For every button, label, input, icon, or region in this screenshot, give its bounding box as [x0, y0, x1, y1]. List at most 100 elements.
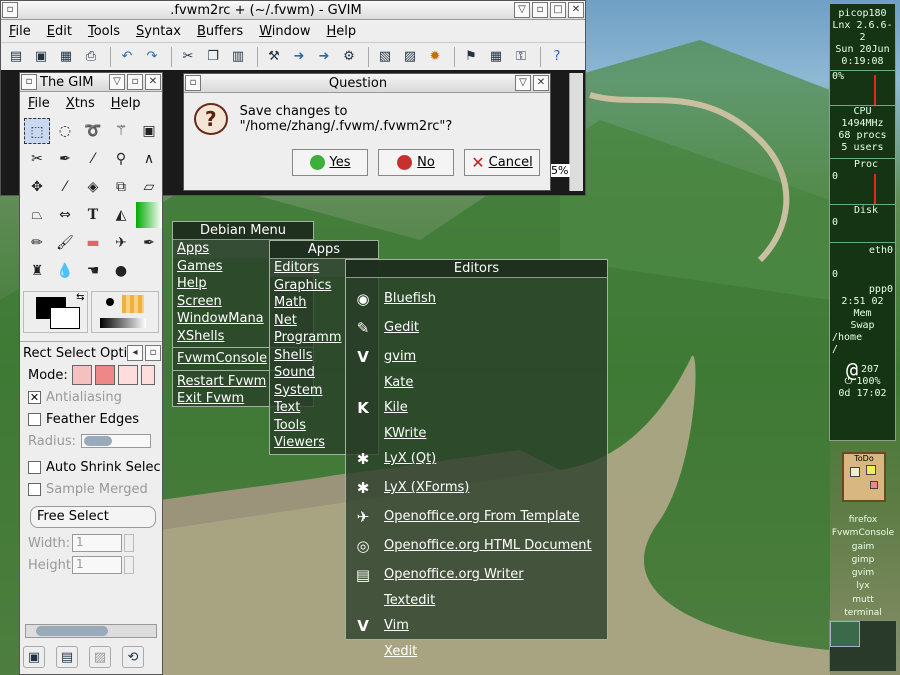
open-icon[interactable]: ▤: [5, 46, 27, 68]
gimp-menu-file[interactable]: File: [20, 96, 58, 111]
find-next-icon[interactable]: ➜: [288, 46, 310, 68]
smudge-icon[interactable]: ☚: [80, 258, 106, 284]
window-item[interactable]: mutt: [830, 594, 896, 607]
session-icon[interactable]: ▧: [374, 46, 396, 68]
menu-file[interactable]: File: [1, 24, 39, 39]
shear-icon[interactable]: ▱: [136, 174, 162, 200]
dodge-burn-icon[interactable]: ●: [108, 258, 134, 284]
color-picker-icon[interactable]: ⁄: [80, 146, 106, 172]
panel-menu-icon[interactable]: ◂: [127, 345, 143, 361]
fg-bg-colors[interactable]: ⇆: [23, 291, 88, 333]
antialiasing-row[interactable]: ✕ Antialiasing: [20, 386, 162, 408]
tags-icon[interactable]: ⚿: [510, 46, 532, 68]
save-icon[interactable]: ▣: [30, 46, 52, 68]
background-color[interactable]: [50, 307, 80, 329]
window-item[interactable]: gvim: [830, 567, 896, 580]
run-script-icon[interactable]: ✹: [424, 46, 446, 68]
replace-icon[interactable]: ⚒: [263, 46, 285, 68]
panel-close-icon[interactable]: ▫: [145, 345, 161, 361]
paintbrush-icon[interactable]: 🖌: [52, 230, 78, 256]
window-item[interactable]: FvwmConsole: [830, 527, 896, 540]
editor-item[interactable]: ✱ LyX (Qt): [346, 444, 607, 473]
restore-options-icon[interactable]: ▤: [56, 646, 78, 668]
width-stepper[interactable]: [124, 534, 134, 552]
width-input[interactable]: 1: [72, 534, 122, 552]
text-icon[interactable]: T: [80, 202, 106, 228]
close-icon[interactable]: ✕: [145, 74, 161, 90]
auto-shrink-checkbox[interactable]: [28, 460, 41, 474]
help-icon[interactable]: ?: [546, 46, 568, 68]
paste-icon[interactable]: ▥: [227, 46, 249, 68]
editor-item[interactable]: ◎ Openoffice.org HTML Document: [346, 531, 607, 560]
dialog-titlebar[interactable]: ▫ Question ▽ ✕: [184, 74, 550, 93]
make-icon[interactable]: ⚑: [460, 46, 482, 68]
chevron-down-icon[interactable]: ▽: [514, 2, 530, 18]
scale-icon[interactable]: ⧉: [108, 174, 134, 200]
load-session-icon[interactable]: ⚙: [338, 46, 360, 68]
minimize-icon[interactable]: ▫: [532, 2, 548, 18]
color-select-icon[interactable]: ▣: [136, 118, 162, 144]
desk-pager[interactable]: [829, 620, 897, 672]
reset-options-icon[interactable]: ⟲: [122, 646, 144, 668]
editor-item[interactable]: V Vim: [346, 611, 607, 640]
blur-icon[interactable]: 💧: [52, 258, 78, 284]
gradient-icon[interactable]: [136, 202, 162, 228]
height-stepper[interactable]: [124, 556, 134, 574]
mail-icon[interactable]: @: [846, 360, 858, 380]
editor-item[interactable]: ✎ Gedit: [346, 313, 607, 342]
menu-edit[interactable]: Edit: [39, 24, 80, 39]
window-item[interactable]: firefox: [830, 514, 896, 527]
feather-checkbox[interactable]: [28, 412, 41, 426]
window-item[interactable]: terminal: [830, 607, 896, 620]
auto-shrink-row[interactable]: Auto Shrink Selec: [20, 456, 162, 478]
close-icon[interactable]: ✕: [568, 2, 584, 18]
editor-item[interactable]: ◉ Bluefish: [346, 284, 607, 313]
select-mode-dropdown[interactable]: Free Select: [30, 506, 156, 528]
brush-pattern-area[interactable]: [90, 291, 159, 333]
delete-options-icon[interactable]: ▨: [89, 646, 111, 668]
editor-item[interactable]: K Kile: [346, 393, 607, 422]
window-item[interactable]: lyx: [830, 580, 896, 593]
gvim-scrollbar[interactable]: [569, 73, 583, 191]
ellipse-select-icon[interactable]: ◌: [52, 118, 78, 144]
rect-select-icon[interactable]: ⬚: [24, 118, 50, 144]
menu-window[interactable]: Window: [251, 24, 318, 39]
print-icon[interactable]: ⎙: [80, 46, 102, 68]
scissors-icon[interactable]: ✂: [24, 146, 50, 172]
save-session-icon[interactable]: ▨: [399, 46, 421, 68]
bucket-fill-icon[interactable]: ◭: [108, 202, 134, 228]
save-all-icon[interactable]: ▦: [55, 46, 77, 68]
sample-merged-row[interactable]: Sample Merged: [20, 478, 162, 500]
save-options-icon[interactable]: ▣: [23, 646, 45, 668]
yes-button[interactable]: Yes: [292, 149, 368, 176]
gimp-titlebar[interactable]: ▫ The GIM ▽ ▫ ✕: [20, 73, 162, 92]
cancel-button[interactable]: ✕ Cancel: [464, 149, 540, 176]
mode-replace-icon[interactable]: [71, 365, 92, 385]
airbrush-icon[interactable]: ✈: [108, 230, 134, 256]
window-item[interactable]: gaim: [830, 541, 896, 554]
todo-note[interactable]: ToDo: [842, 452, 886, 502]
eraser-icon[interactable]: ▬: [80, 230, 106, 256]
find-prev-icon[interactable]: ➜: [313, 46, 335, 68]
gvim-titlebar[interactable]: ▫ .fvwm2rc + (~/.fvwm) - GVIM ▽ ▫ □ ✕: [1, 1, 585, 20]
editor-item[interactable]: ✱ LyX (XForms): [346, 473, 607, 502]
no-button[interactable]: No: [378, 149, 454, 176]
clone-icon[interactable]: ♜: [24, 258, 50, 284]
measure-icon[interactable]: ∧: [136, 146, 162, 172]
window-menu-icon[interactable]: ▫: [185, 75, 201, 91]
editor-item[interactable]: Xedit: [346, 640, 607, 662]
lasso-icon[interactable]: ➰: [80, 118, 106, 144]
cut-icon[interactable]: ✂: [177, 46, 199, 68]
gimp-hscrollbar[interactable]: [25, 624, 157, 638]
pencil-icon[interactable]: ✏: [24, 230, 50, 256]
desk-page-active[interactable]: [830, 621, 860, 647]
menu-buffers[interactable]: Buffers: [189, 24, 251, 39]
editor-item[interactable]: Vgvim: [346, 342, 607, 371]
menu-syntax[interactable]: Syntax: [128, 24, 189, 39]
window-item[interactable]: gimp: [830, 554, 896, 567]
editor-item[interactable]: ✈ Openoffice.org From Template: [346, 502, 607, 531]
flip-icon[interactable]: ⇔: [52, 202, 78, 228]
maximize-icon[interactable]: □: [550, 2, 566, 18]
redo-icon[interactable]: ↷: [141, 46, 163, 68]
radius-slider[interactable]: [80, 434, 151, 448]
